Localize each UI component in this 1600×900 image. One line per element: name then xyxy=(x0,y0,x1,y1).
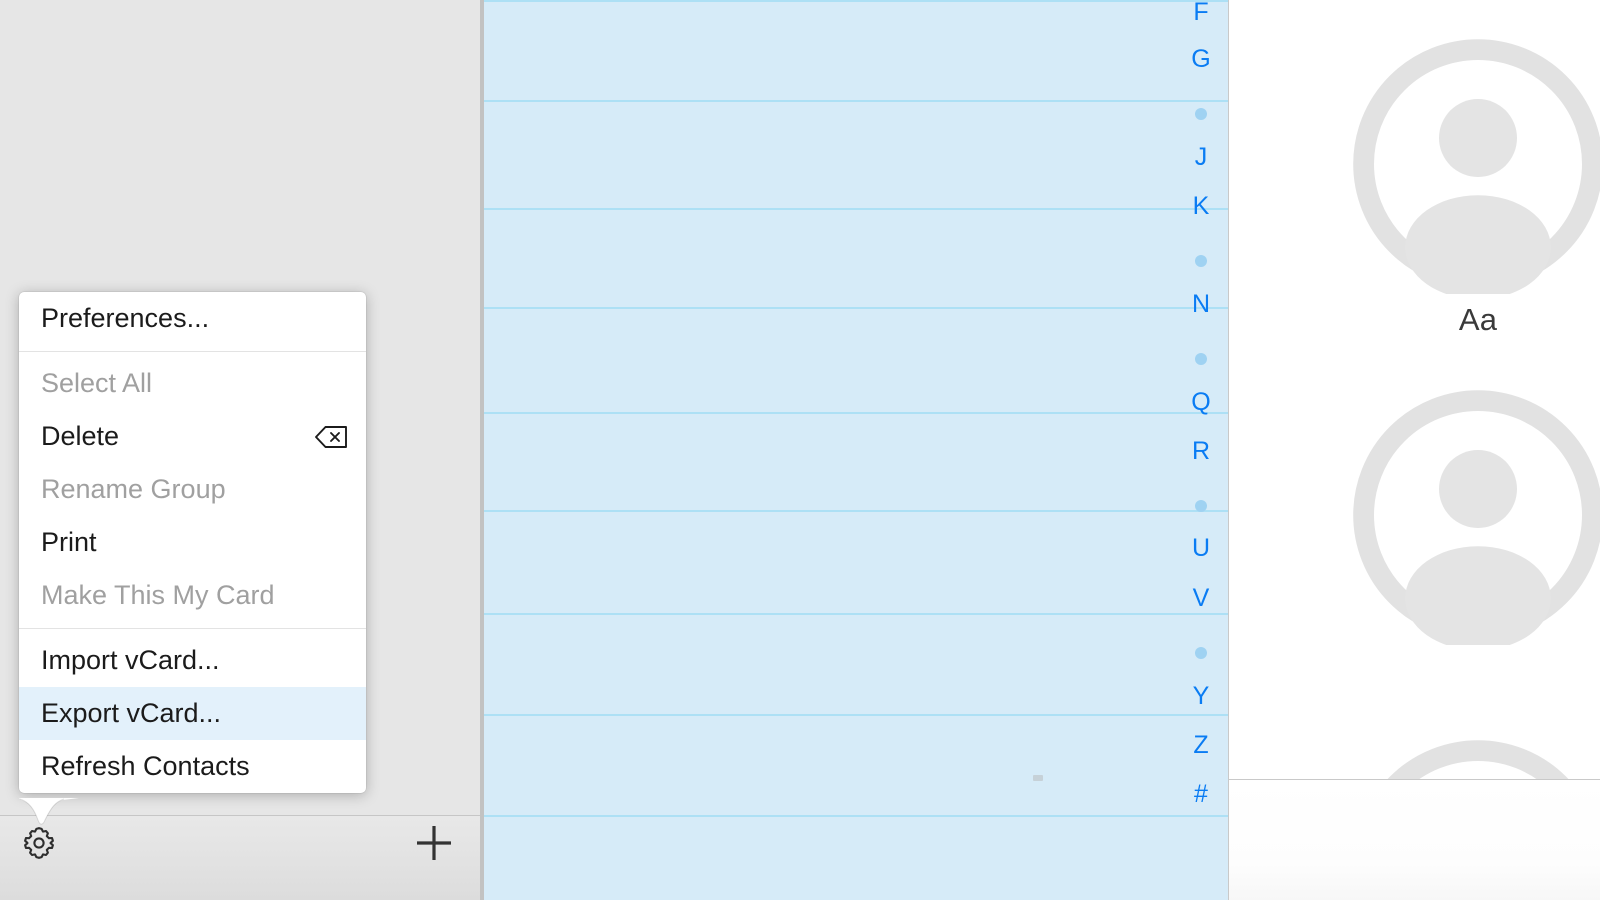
index-letter[interactable]: # xyxy=(1174,782,1228,807)
index-letter[interactable]: U xyxy=(1174,536,1228,561)
add-contact-button[interactable] xyxy=(409,818,459,868)
index-letter[interactable]: Z xyxy=(1174,733,1228,758)
index-letter[interactable]: Y xyxy=(1174,684,1228,709)
contact-list-row[interactable] xyxy=(484,714,1228,815)
index-dot-glyph xyxy=(1195,353,1207,365)
menu-item-label: Preferences... xyxy=(41,303,210,333)
index-letter[interactable]: K xyxy=(1174,194,1228,219)
menu-item: Make This My Card xyxy=(19,569,366,622)
index-letter[interactable]: J xyxy=(1174,145,1228,170)
menu-separator xyxy=(19,351,366,352)
menu-item-label: Select All xyxy=(41,368,153,398)
detail-bottom-area xyxy=(1229,780,1600,900)
contact-list-pane[interactable]: F G J K N Q R U V Y Z # xyxy=(480,0,1228,900)
menu-item-label: Refresh Contacts xyxy=(41,751,250,781)
menu-content: Preferences... Select All Delete Rename Gro… xyxy=(19,292,366,793)
index-dot-glyph xyxy=(1195,108,1207,120)
index-dot[interactable] xyxy=(1174,647,1228,659)
index-dot[interactable] xyxy=(1174,500,1228,512)
menu-separator xyxy=(19,628,366,629)
list-artifact-glyph xyxy=(1033,775,1043,781)
contact-list-row[interactable] xyxy=(484,307,1228,412)
contact-list-row[interactable] xyxy=(484,208,1228,307)
menu-item-label: Delete xyxy=(41,421,120,451)
menu-item-label: Import vCard... xyxy=(41,645,220,675)
index-letter[interactable]: V xyxy=(1174,586,1228,611)
contact-list-row[interactable] xyxy=(484,100,1228,208)
index-letter[interactable]: R xyxy=(1174,439,1228,464)
plus-icon xyxy=(412,821,456,865)
index-dot[interactable] xyxy=(1174,353,1228,365)
index-dot-glyph xyxy=(1195,647,1207,659)
contact-list-row[interactable] xyxy=(484,613,1228,714)
index-letter[interactable]: N xyxy=(1174,292,1228,317)
menu-item-label: Print xyxy=(41,527,97,557)
menu-item: Rename Group xyxy=(19,463,366,516)
menu-item[interactable]: Delete xyxy=(19,410,366,463)
menu-item[interactable]: Refresh Contacts xyxy=(19,740,366,793)
avatar xyxy=(1348,385,1600,645)
backspace-icon xyxy=(314,425,348,449)
popover-tail xyxy=(19,798,79,832)
contact-list-row[interactable] xyxy=(484,0,1228,100)
avatar-label: Aa xyxy=(1458,302,1498,337)
action-popover-menu[interactable]: Preferences... Select All Delete Rename Gro… xyxy=(19,292,366,793)
menu-item-label: Export vCard... xyxy=(41,698,222,728)
index-dot-glyph xyxy=(1195,500,1207,512)
contact-list-row[interactable] xyxy=(484,412,1228,510)
menu-item[interactable]: Export vCard... xyxy=(19,687,366,740)
index-letter[interactable]: G xyxy=(1174,47,1228,72)
contact-list-row[interactable] xyxy=(484,510,1228,613)
index-letter[interactable]: Q xyxy=(1174,390,1228,415)
menu-item-label: Make This My Card xyxy=(41,580,275,610)
menu-item: Select All xyxy=(19,357,366,410)
index-dot[interactable] xyxy=(1174,108,1228,120)
index-letter[interactable]: F xyxy=(1174,0,1228,25)
contact-detail-pane: Aa xyxy=(1228,0,1600,900)
index-dot-glyph xyxy=(1195,255,1207,267)
menu-item[interactable]: Import vCard... xyxy=(19,634,366,687)
avatar xyxy=(1348,34,1600,294)
contact-list-row[interactable] xyxy=(484,815,1228,900)
menu-item-label: Rename Group xyxy=(41,474,226,504)
menu-item[interactable]: Preferences... xyxy=(19,292,366,345)
alphabet-index[interactable]: F G J K N Q R U V Y Z # xyxy=(1174,0,1228,900)
menu-item[interactable]: Print xyxy=(19,516,366,569)
index-dot[interactable] xyxy=(1174,255,1228,267)
contact-list-rows xyxy=(484,0,1228,900)
contacts-window: F G J K N Q R U V Y Z # Aa Preferences... Select All… xyxy=(0,0,1600,900)
